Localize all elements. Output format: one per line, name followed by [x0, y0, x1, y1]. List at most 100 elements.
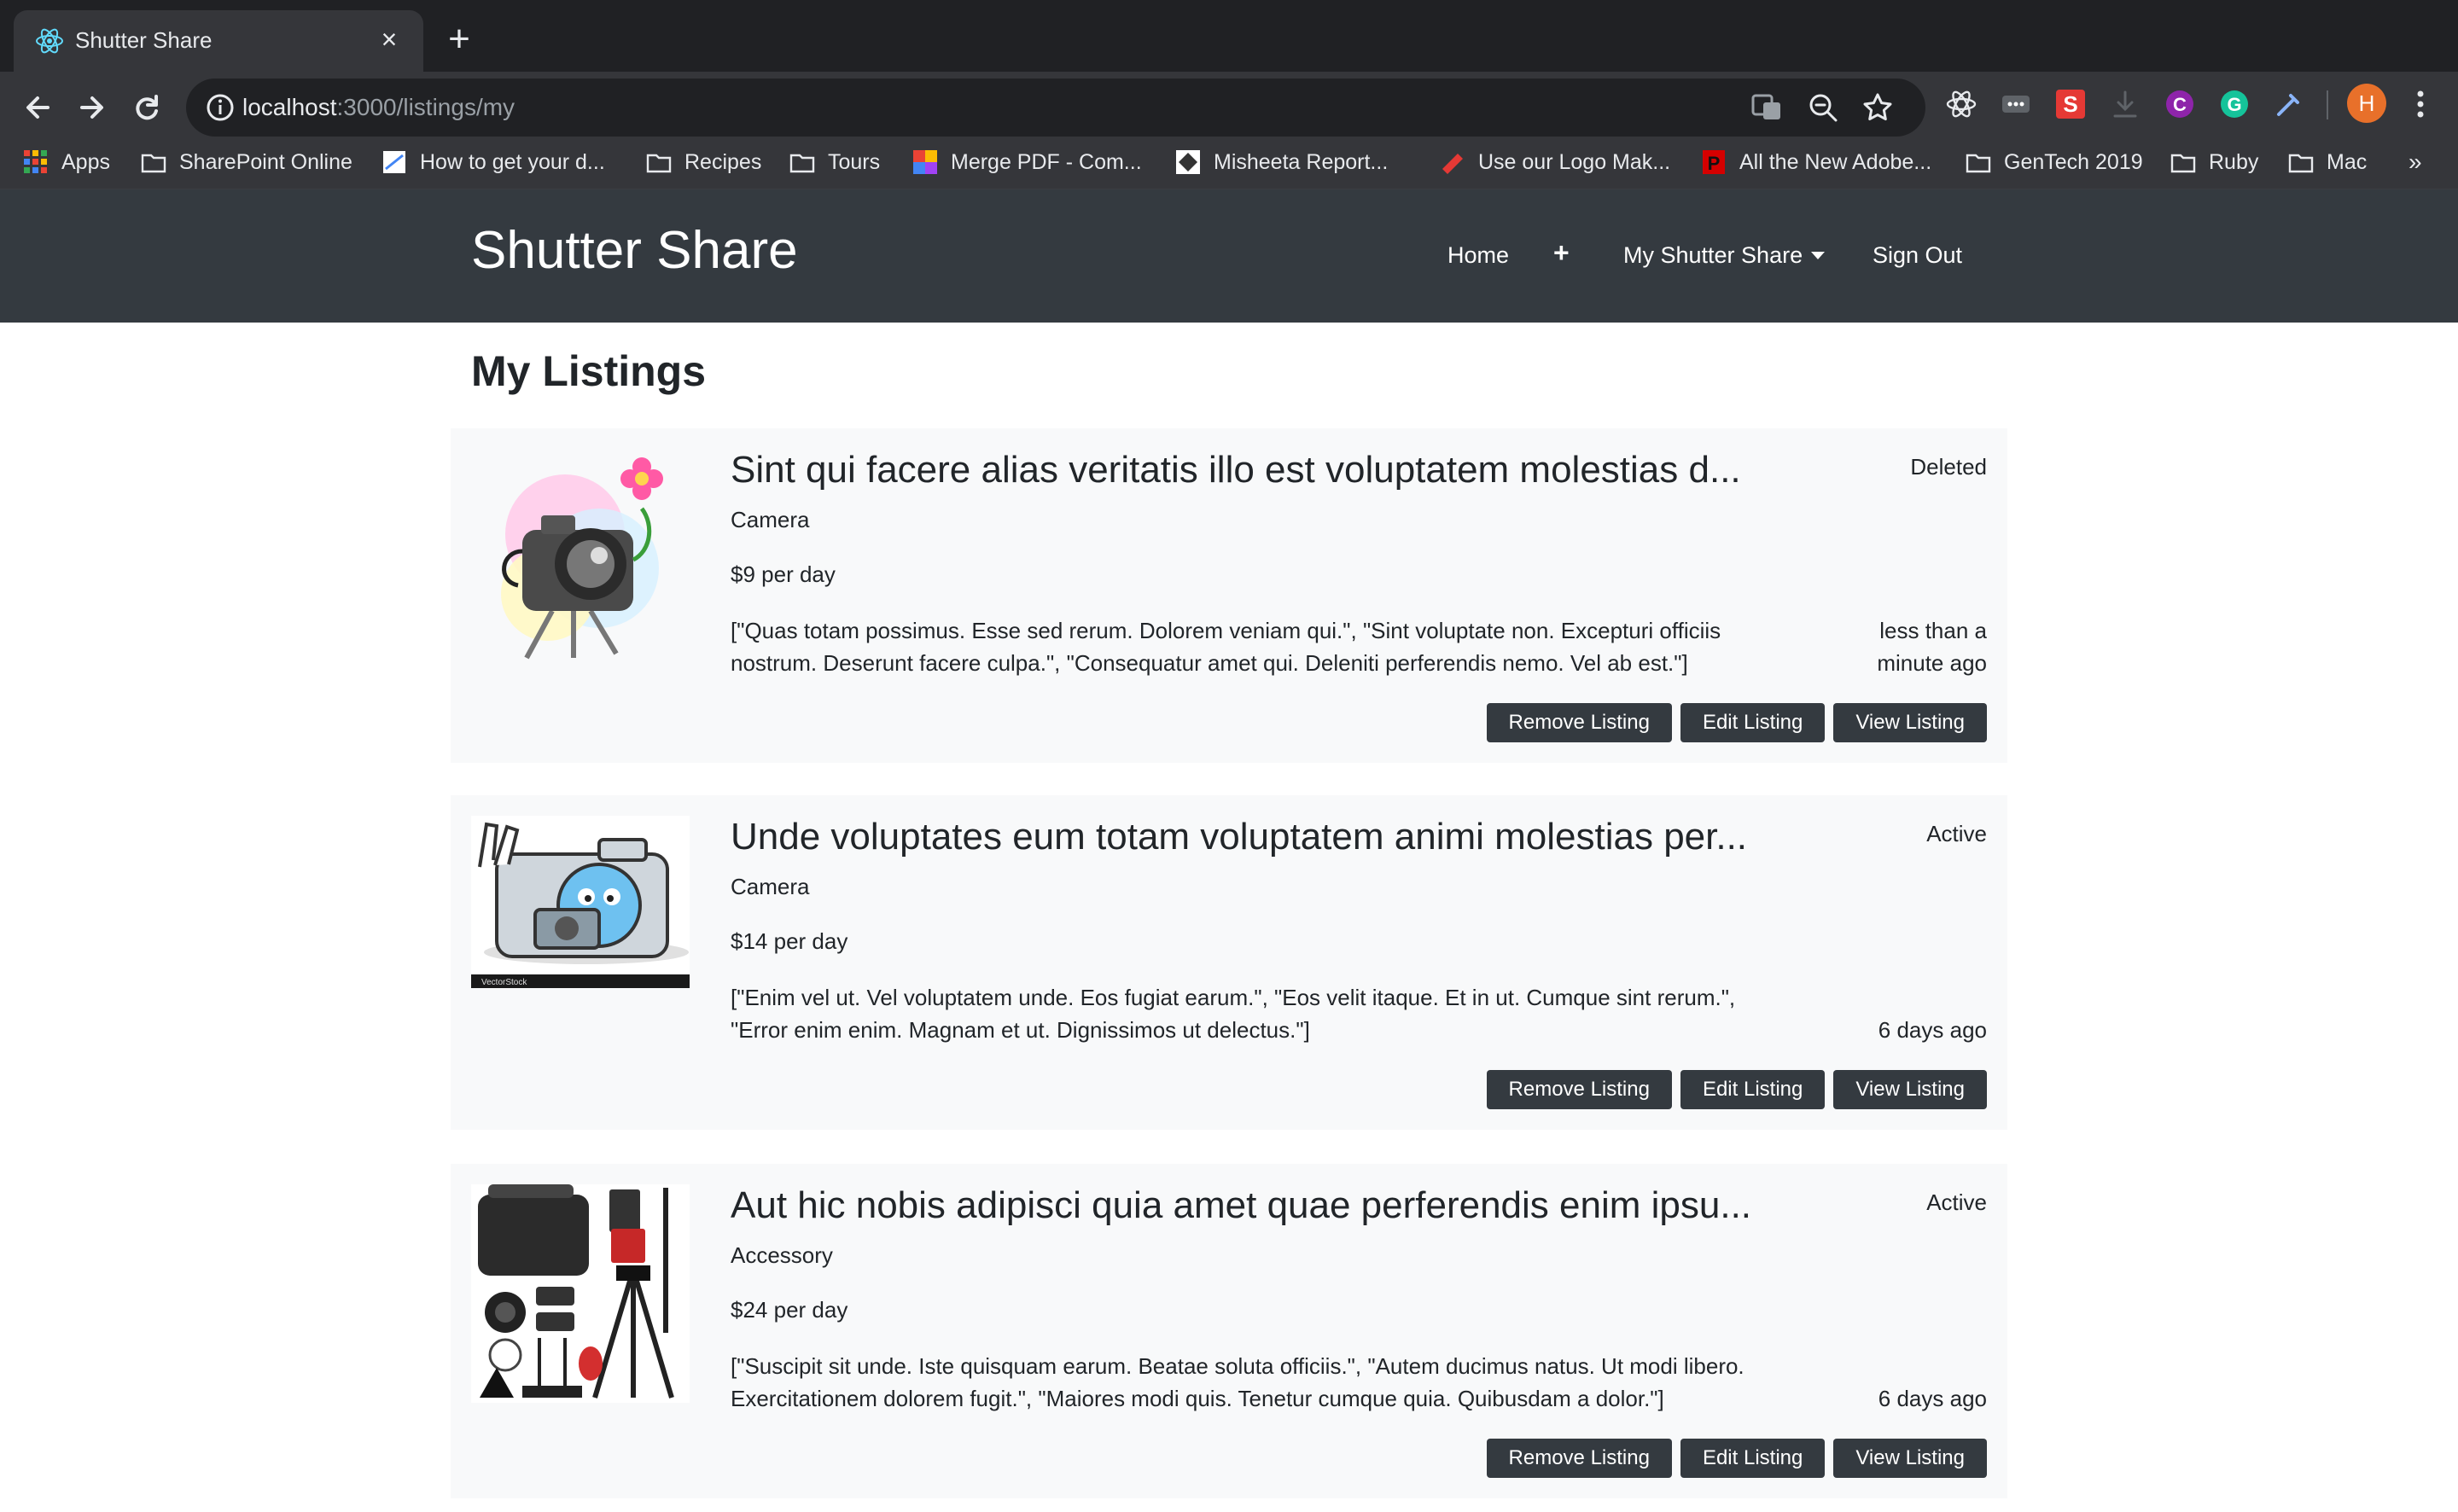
listing-price: $24 per day [731, 1297, 848, 1323]
bookmark-label: Use our Logo Mak... [1478, 149, 1671, 174]
listing-title[interactable]: Aut hic nobis adipisci quia amet quae pe… [731, 1184, 1755, 1227]
p-favicon-icon: P [1703, 150, 1725, 174]
bookmark-sharepoint[interactable]: SharePoint Online [140, 145, 352, 179]
brand-logo[interactable]: Shutter Share [471, 220, 798, 281]
tab-title: Shutter Share [75, 27, 213, 53]
listing-description: ["Quas totam possimus. Esse sed rerum. D… [731, 618, 1721, 676]
bookmark-ruby[interactable]: Ruby [2170, 145, 2258, 179]
bookmark-recipes[interactable]: Recipes [645, 145, 761, 179]
listing-timestamp: 6 days ago [1878, 1386, 1987, 1411]
listing-status: Active [1926, 821, 1987, 846]
bookmark-gentech[interactable]: GenTech 2019 [1965, 145, 2143, 179]
page-title: My Listings [471, 347, 707, 395]
listing-category: Camera [731, 507, 810, 532]
listing-card: VectorStock Unde voluptates eum totam vo… [451, 795, 2007, 1130]
bookmark-how-to[interactable]: How to get your d... [381, 145, 605, 179]
my-shutter-share-dropdown[interactable]: My Shutter Share [1623, 242, 1826, 269]
edit-listing-button[interactable]: Edit Listing [1680, 703, 1826, 742]
bookmark-apps[interactable]: Apps [22, 145, 110, 179]
bookmark-tours[interactable]: Tours [789, 145, 880, 179]
site-favicon-icon [1176, 150, 1200, 174]
svg-text:G: G [2227, 94, 2241, 115]
listing-category: Accessory [731, 1242, 833, 1268]
grammarly-icon[interactable]: G [2217, 87, 2251, 121]
new-tab-icon[interactable]: + [440, 20, 478, 60]
eyedropper-icon[interactable] [2272, 87, 2306, 121]
folder-icon [1966, 154, 1991, 173]
colorful-favicon-icon [913, 150, 937, 174]
listing-title[interactable]: Unde voluptates eum totam voluptatem ani… [731, 816, 1755, 858]
bookmark-label: SharePoint Online [179, 149, 352, 174]
close-tab-icon[interactable]: × [372, 22, 406, 56]
download-icon[interactable] [2108, 87, 2142, 121]
bookmark-mac[interactable]: Mac [2287, 145, 2367, 179]
image-watermark: VectorStock [481, 978, 527, 987]
url-host: localhost [242, 94, 337, 120]
site-navbar: Shutter Share Home + My Shutter Share Si… [0, 189, 2458, 323]
remove-listing-button[interactable]: Remove Listing [1486, 1070, 1672, 1109]
listing-actions: Remove Listing Edit Listing View Listing [1486, 1070, 1987, 1109]
bookmark-label: Merge PDF - Com... [951, 149, 1142, 174]
add-listing-icon[interactable]: + [1553, 237, 1570, 269]
chevron-down-icon [1811, 252, 1826, 259]
listing-title[interactable]: Sint qui facere alias veritatis illo est… [731, 449, 1755, 491]
bookmarks-overflow-icon[interactable]: » [2408, 148, 2422, 176]
page-favicon-icon [383, 151, 405, 173]
edit-listing-button[interactable]: Edit Listing [1680, 1439, 1826, 1478]
profile-avatar[interactable]: H [2347, 84, 2386, 123]
bookmark-misheeta[interactable]: Misheeta Report... [1174, 145, 1388, 179]
bookmark-logo-maker[interactable]: Use our Logo Mak... [1439, 145, 1670, 179]
nav-home-link[interactable]: Home [1447, 242, 1509, 269]
view-listing-button[interactable]: View Listing [1833, 1070, 1987, 1109]
s-extension-icon[interactable]: S [2053, 87, 2088, 121]
listing-status: Deleted [1910, 454, 1987, 480]
info-icon[interactable] [203, 90, 237, 125]
sign-out-link[interactable]: Sign Out [1873, 242, 1962, 269]
bookmark-label: Tours [828, 149, 881, 174]
folder-icon [789, 154, 815, 173]
bookmark-label: Misheeta Report... [1214, 149, 1389, 174]
bookmark-label: How to get your d... [420, 149, 605, 174]
forward-arrow-icon[interactable] [70, 85, 114, 130]
listing-timestamp: 6 days ago [1878, 1017, 1987, 1043]
folder-icon [2288, 154, 2314, 173]
edit-listing-button[interactable]: Edit Listing [1680, 1070, 1826, 1109]
url-path: :3000/listings/my [336, 94, 515, 120]
extension-dots-icon[interactable] [1999, 87, 2033, 121]
address-bar[interactable]: localhost:3000/listings/my [186, 79, 1925, 137]
bookmark-label: Apps [61, 149, 110, 174]
bookmark-label: Mac [2327, 149, 2368, 174]
bookmark-merge-pdf[interactable]: Merge PDF - Com... [912, 145, 1142, 179]
listing-category: Camera [731, 874, 810, 899]
remove-listing-button[interactable]: Remove Listing [1486, 703, 1672, 742]
listing-timestamp: less than a minute ago [1877, 618, 1987, 676]
remove-listing-button[interactable]: Remove Listing [1486, 1439, 1672, 1478]
svg-text:S: S [2063, 91, 2077, 117]
c-extension-icon[interactable]: C [2163, 87, 2197, 121]
folder-icon [2170, 154, 2196, 173]
more-menu-icon[interactable] [2403, 85, 2438, 123]
folder-icon [141, 154, 166, 173]
bookmark-label: All the New Adobe... [1739, 149, 1932, 174]
view-listing-button[interactable]: View Listing [1833, 1439, 1987, 1478]
listing-card: Sint qui facere alias veritatis illo est… [451, 428, 2007, 763]
browser-tab-strip: Shutter Share × + [0, 0, 2458, 72]
view-listing-button[interactable]: View Listing [1833, 703, 1987, 742]
react-devtools-icon[interactable] [1944, 87, 1978, 121]
listing-description: ["Enim vel ut. Vel voluptatem unde. Eos … [731, 985, 1736, 1043]
logo-favicon-icon [1442, 154, 1463, 174]
bookmark-adobe[interactable]: P All the New Adobe... [1700, 145, 1931, 179]
zoom-icon[interactable] [1806, 90, 1840, 125]
listing-price: $14 per day [731, 928, 848, 954]
back-arrow-icon[interactable] [15, 85, 60, 130]
bookmark-label: GenTech 2019 [2004, 149, 2143, 174]
listing-image-camera-flower [471, 449, 690, 667]
bookmark-star-icon[interactable] [1861, 90, 1895, 125]
translate-icon[interactable] [1750, 90, 1784, 125]
browser-tab[interactable]: Shutter Share × [14, 10, 423, 72]
listing-image-accessory-kit [471, 1184, 690, 1403]
folder-icon [646, 154, 672, 173]
reload-icon[interactable] [125, 85, 169, 130]
apps-grid-icon [24, 150, 47, 173]
url-text: localhost:3000/listings/my [242, 94, 515, 121]
